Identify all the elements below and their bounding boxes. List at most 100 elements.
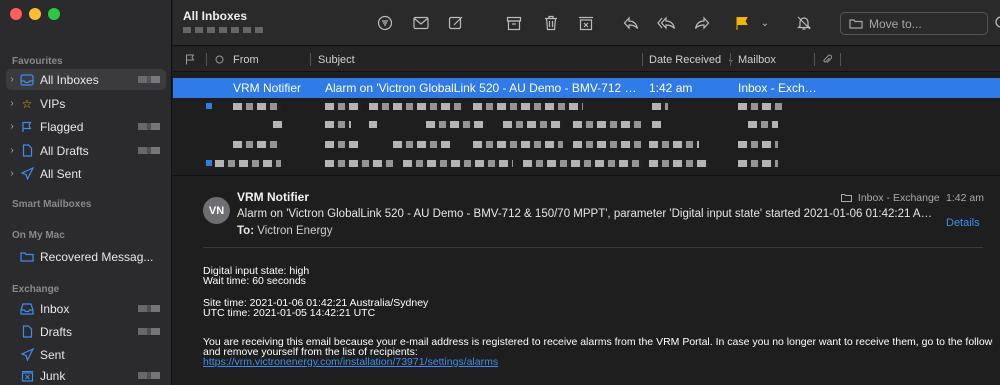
sidebar-item-flagged[interactable]: › Flagged: [6, 116, 166, 137]
column-header-date[interactable]: Date Received ⌄: [649, 47, 735, 72]
alarms-settings-link[interactable]: https://vrm.victronenergy.com/installati…: [203, 357, 498, 368]
inbox-tray-icon: [18, 302, 36, 316]
document-icon: [18, 144, 36, 158]
minimize-window-button[interactable]: [29, 8, 41, 20]
sidebar-item-label: All Drafts: [40, 143, 89, 158]
get-mail-icon[interactable]: [412, 14, 430, 32]
column-header-mailbox[interactable]: Mailbox: [738, 47, 776, 72]
sidebar-item-label: Sent: [40, 347, 65, 362]
sidebar-item-all-inboxes[interactable]: › All Inboxes: [6, 69, 166, 90]
chevron-right-icon[interactable]: ›: [6, 98, 18, 109]
sidebar-item-inbox[interactable]: Inbox: [6, 298, 166, 319]
reply-all-icon[interactable]: [657, 14, 675, 32]
message-row[interactable]: [173, 117, 1000, 137]
to-label: To:: [237, 225, 255, 237]
sidebar-item-drafts[interactable]: Drafts: [6, 321, 166, 342]
details-link[interactable]: Details: [946, 217, 980, 229]
unread-count-badge: [138, 147, 160, 154]
mailbox-title: All Inboxes: [183, 9, 248, 23]
paper-plane-icon: [18, 167, 36, 181]
message-mailbox: Inbox - Excha...: [738, 81, 818, 95]
folder-icon: [18, 250, 36, 264]
message-preview: VN VRM Notifier Alarm on 'Victron Global…: [173, 175, 1000, 385]
message-row-selected[interactable]: VRM Notifier Alarm on 'Victron GlobalLin…: [173, 78, 1000, 98]
smart-mailboxes-header[interactable]: Smart Mailboxes: [12, 199, 91, 210]
unread-count-badge: [138, 76, 160, 83]
message-subject: Alarm on 'Victron GlobalLink 520 - AU De…: [325, 81, 641, 95]
flag-icon: [18, 120, 36, 134]
sidebar-item-sent[interactable]: Sent: [6, 344, 166, 365]
sidebar-item-vips[interactable]: › ☆ VIPs: [6, 93, 166, 114]
zoom-window-button[interactable]: [48, 8, 60, 20]
sidebar-item-junk[interactable]: Junk: [6, 365, 166, 385]
date-header-label: Date Received: [649, 53, 722, 66]
forward-icon[interactable]: [693, 14, 711, 32]
junk-bin-icon: [18, 369, 36, 383]
message-date: 1:42 am: [649, 81, 693, 95]
on-my-mac-header[interactable]: On My Mac: [12, 230, 65, 241]
paper-plane-icon: [18, 348, 36, 362]
document-icon: [18, 325, 36, 339]
window-controls: [10, 8, 60, 20]
trash-icon[interactable]: [542, 14, 560, 32]
unread-count-badge: [138, 328, 160, 335]
star-icon: ☆: [21, 96, 33, 111]
chevron-down-icon[interactable]: ⌄: [756, 14, 774, 32]
junk-icon[interactable]: [577, 14, 595, 32]
compose-icon[interactable]: [447, 14, 465, 32]
message-row[interactable]: [173, 137, 1000, 157]
column-header-subject[interactable]: Subject: [318, 47, 355, 72]
sidebar-item-label: Recovered Messag...: [40, 249, 154, 264]
exchange-header[interactable]: Exchange: [12, 284, 59, 295]
flag-icon[interactable]: [733, 14, 751, 32]
message-from: VRM Notifier: [233, 81, 302, 95]
to-recipient[interactable]: Victron Energy: [257, 225, 332, 237]
sidebar: Favourites › All Inboxes › ☆ VIPs › Flag…: [0, 0, 172, 385]
avatar: VN: [203, 197, 230, 224]
attachment-column-icon[interactable]: [823, 47, 832, 72]
filter-icon[interactable]: [376, 14, 394, 32]
preview-subject: Alarm on 'Victron GlobalLink 520 - AU De…: [237, 208, 937, 220]
chevron-right-icon[interactable]: ›: [6, 74, 18, 85]
inbox-tray-icon: [18, 73, 36, 87]
preview-recipients: To: Victron Energy: [237, 225, 332, 237]
message-count-subtitle: [183, 27, 263, 33]
message-list-header: From Subject Date Received ⌄ Mailbox: [173, 47, 1000, 72]
message-row[interactable]: [173, 99, 1000, 119]
favourites-header: Favourites: [12, 56, 63, 67]
mute-bell-icon[interactable]: [795, 14, 813, 32]
header-divider: [203, 247, 983, 248]
sidebar-item-label: Inbox: [40, 301, 70, 316]
sidebar-item-label: VIPs: [40, 96, 66, 111]
sidebar-item-label: Drafts: [40, 324, 73, 339]
toolbar: All Inboxes ⌄ Move to...: [173, 0, 1000, 46]
body-line: UTC time: 2021-01-05 14:42:21 UTC: [203, 307, 376, 319]
folder-icon: [841, 193, 852, 205]
sidebar-item-all-sent[interactable]: › All Sent: [6, 163, 166, 184]
close-window-button[interactable]: [10, 8, 22, 20]
unread-count-badge: [138, 305, 160, 312]
reply-icon[interactable]: [622, 14, 640, 32]
message-row[interactable]: [173, 156, 1000, 176]
chevron-right-icon[interactable]: ›: [6, 145, 18, 156]
sidebar-item-all-drafts[interactable]: › All Drafts: [6, 140, 166, 161]
sidebar-item-label: Junk: [40, 368, 66, 383]
preview-mailbox: Inbox - Exchange: [857, 192, 940, 204]
search-icon[interactable]: [991, 14, 1000, 32]
archive-icon[interactable]: [505, 14, 523, 32]
column-header-from[interactable]: From: [233, 47, 259, 72]
sidebar-item-recovered[interactable]: Recovered Messag...: [6, 246, 166, 267]
sidebar-item-label: Flagged: [40, 119, 84, 134]
move-to-button[interactable]: Move to...: [840, 12, 988, 35]
chevron-right-icon[interactable]: ›: [6, 168, 18, 179]
preview-time: 1:42 am: [946, 192, 984, 204]
unread-column-icon[interactable]: [215, 47, 224, 72]
unread-indicator: [206, 103, 212, 109]
preview-sender[interactable]: VRM Notifier: [237, 190, 309, 204]
unread-indicator: [206, 160, 212, 166]
sidebar-item-label: All Inboxes: [40, 72, 99, 87]
folder-icon: [849, 18, 863, 29]
sidebar-item-label: All Sent: [40, 166, 82, 181]
chevron-right-icon[interactable]: ›: [6, 121, 18, 132]
flag-column-icon[interactable]: [185, 47, 195, 72]
